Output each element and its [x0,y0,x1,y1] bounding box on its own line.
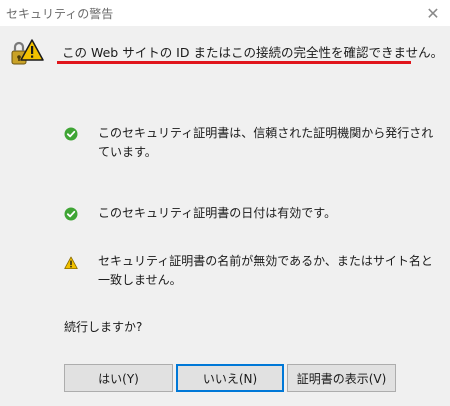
title-bar: セキュリティの警告 ✕ [0,0,450,26]
continue-prompt: 続行しますか? [64,320,143,334]
warning-lock-icon [11,39,44,65]
check-trusted-authority: このセキュリティ証明書は、信頼された証明機関から発行されています。 [98,126,434,159]
close-button[interactable]: ✕ [416,0,450,26]
check-date-valid: このセキュリティ証明書の日付は有効です。 [98,206,337,220]
no-button[interactable]: いいえ(N) [176,364,284,392]
check-circle-icon [64,207,78,221]
yes-button[interactable]: はい(Y) [64,364,173,392]
header-underline [57,61,411,64]
security-warning-dialog: セキュリティの警告 ✕ この Web サイトの ID またはこの接続の完全性を確… [0,0,450,406]
window-title: セキュリティの警告 [6,7,114,21]
close-icon: ✕ [426,3,440,23]
header-message: この Web サイトの ID またはこの接続の完全性を確認できません。 [62,45,444,60]
check-circle-icon [64,127,78,141]
view-certificate-button[interactable]: 証明書の表示(V) [287,364,396,392]
warning-triangle-icon [64,256,78,269]
check-name-mismatch: セキュリティ証明書の名前が無効であるか、またはサイト名と一致しません。 [98,254,433,287]
